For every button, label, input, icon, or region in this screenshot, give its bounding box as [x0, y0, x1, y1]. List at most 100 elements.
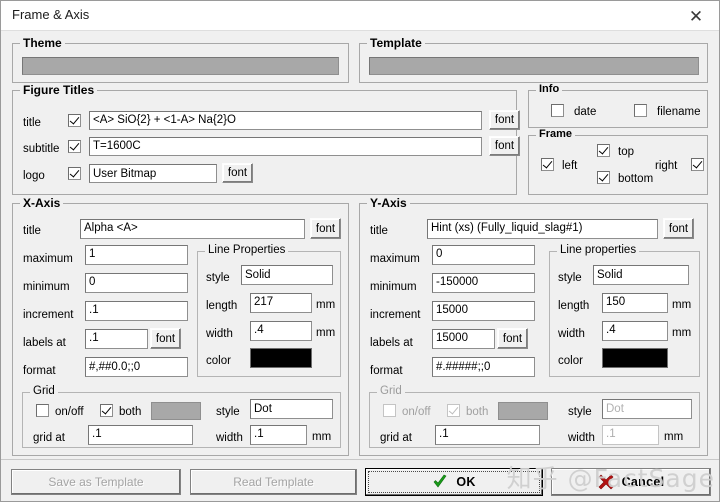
frame-bottom-label: bottom	[618, 173, 654, 185]
y-minimum-input[interactable]: -150000	[432, 273, 535, 293]
x-increment-label: increment	[23, 309, 74, 321]
x-grid-both-label: both	[119, 406, 142, 418]
theme-combo[interactable]	[22, 57, 339, 75]
frame-left-label: left	[562, 160, 578, 172]
frame-top-checkbox[interactable]	[597, 144, 610, 157]
template-group: Template	[359, 36, 708, 83]
cancel-x-icon	[598, 474, 614, 490]
y-maximum-input[interactable]: 0	[432, 245, 535, 265]
y-line-color-label: color	[558, 355, 583, 367]
x-title-input[interactable]: Alpha <A>	[80, 219, 305, 239]
x-labels-font-button[interactable]: font	[150, 328, 181, 349]
frame-right-checkbox[interactable]	[691, 158, 704, 171]
y-line-length-unit: mm	[672, 299, 692, 311]
check-icon	[432, 474, 448, 490]
y-grid-style-combo[interactable]: Dot	[602, 399, 692, 419]
x-grid-width-input[interactable]: .1	[250, 425, 307, 445]
y-line-width-input[interactable]: .4	[602, 321, 668, 341]
x-line-width-unit: mm	[316, 327, 336, 339]
logo-combo[interactable]: User Bitmap	[89, 164, 217, 183]
figure-subtitle-font-button[interactable]: font	[489, 136, 520, 156]
x-axis-legend: X-Axis	[20, 196, 64, 210]
frame-bottom-checkbox[interactable]	[597, 171, 610, 184]
frame-top-label: top	[618, 146, 634, 158]
y-labels-at-label: labels at	[370, 337, 413, 349]
y-line-color-swatch[interactable]	[602, 348, 668, 368]
x-axis-group: X-Axis title Alpha <A> font maximum 1 mi…	[12, 196, 349, 456]
x-line-style-combo[interactable]: Solid	[241, 265, 333, 285]
x-grid-color-swatch[interactable]	[151, 402, 201, 420]
info-legend: Info	[536, 83, 563, 95]
x-minimum-input[interactable]: 0	[85, 273, 188, 293]
y-format-label: format	[370, 365, 403, 377]
read-template-button[interactable]: Read Template	[190, 469, 357, 495]
x-format-combo[interactable]: #,##0.0;;0	[85, 357, 188, 377]
x-line-properties-legend: Line Properties	[205, 244, 289, 256]
y-title-input[interactable]: Hint (xs) (Fully_liquid_slag#1)	[427, 219, 658, 239]
y-labels-font-button[interactable]: font	[497, 328, 528, 349]
x-maximum-input[interactable]: 1	[85, 245, 188, 265]
logo-row-label: logo	[23, 170, 45, 182]
frame-left-checkbox[interactable]	[541, 158, 554, 171]
x-line-length-input[interactable]: 217	[250, 293, 312, 313]
y-line-width-label: width	[558, 328, 585, 340]
ok-button[interactable]: OK	[365, 468, 543, 496]
logo-enabled-checkbox[interactable]	[68, 167, 81, 180]
y-grid-both-label: both	[466, 406, 489, 418]
x-grid-at-input[interactable]: .1	[88, 425, 193, 445]
x-labels-at-input[interactable]: .1	[85, 329, 148, 349]
dialog-footer: Save as Template Read Template OK Cancel	[1, 459, 719, 501]
frame-group: Frame left top right bottom	[528, 128, 708, 195]
x-format-label: format	[23, 365, 56, 377]
y-maximum-label: maximum	[370, 253, 420, 265]
y-line-style-combo[interactable]: Solid	[593, 265, 689, 285]
y-grid-color-swatch[interactable]	[498, 402, 548, 420]
x-line-width-input[interactable]: .4	[250, 321, 312, 341]
save-as-template-button[interactable]: Save as Template	[11, 469, 181, 495]
subtitle-enabled-checkbox[interactable]	[68, 140, 81, 153]
x-line-color-swatch[interactable]	[250, 348, 312, 368]
x-grid-style-combo[interactable]: Dot	[250, 399, 333, 419]
y-line-length-input[interactable]: 150	[602, 293, 668, 313]
y-grid-both-checkbox[interactable]	[447, 404, 460, 417]
y-line-style-label: style	[558, 272, 582, 284]
close-icon[interactable]: ✕	[679, 5, 713, 27]
y-minimum-label: minimum	[370, 281, 417, 293]
info-group: Info date filename	[528, 83, 708, 128]
x-line-properties-group: Line Properties style Solid length 217 m…	[197, 244, 341, 377]
y-increment-input[interactable]: 15000	[432, 301, 535, 321]
subtitle-row-label: subtitle	[23, 143, 60, 155]
template-combo[interactable]	[369, 57, 699, 75]
info-filename-checkbox[interactable]	[634, 104, 647, 117]
window-title: Frame & Axis	[12, 7, 90, 22]
frame-right-label: right	[655, 160, 678, 172]
y-grid-style-label: style	[568, 406, 592, 418]
x-line-length-unit: mm	[316, 299, 336, 311]
figure-title-input[interactable]: <A> SiO{2} + <1-A> Na{2}O	[89, 111, 482, 130]
y-title-label: title	[370, 225, 388, 237]
x-grid-onoff-checkbox[interactable]	[36, 404, 49, 417]
x-grid-width-label: width	[216, 432, 243, 444]
y-grid-width-input[interactable]: .1	[602, 425, 659, 445]
x-grid-group: Grid on/off both style Dot grid at .1 wi…	[22, 385, 341, 448]
logo-font-button[interactable]: font	[222, 163, 253, 183]
x-increment-input[interactable]: .1	[85, 301, 188, 321]
figure-title-font-button[interactable]: font	[489, 110, 520, 130]
title-bar: Frame & Axis ✕	[1, 1, 719, 31]
x-title-font-button[interactable]: font	[310, 218, 341, 239]
figure-subtitle-input[interactable]: T=1600C	[89, 137, 482, 156]
title-row-label: title	[23, 117, 41, 129]
x-grid-both-checkbox[interactable]	[100, 404, 113, 417]
info-date-checkbox[interactable]	[551, 104, 564, 117]
y-grid-at-input[interactable]: .1	[435, 425, 540, 445]
y-format-combo[interactable]: #.#####;;0	[432, 357, 535, 377]
y-labels-at-input[interactable]: 15000	[432, 329, 495, 349]
info-filename-label: filename	[657, 106, 701, 118]
y-title-font-button[interactable]: font	[663, 218, 694, 239]
x-line-color-label: color	[206, 355, 231, 367]
y-grid-onoff-checkbox[interactable]	[383, 404, 396, 417]
title-enabled-checkbox[interactable]	[68, 114, 81, 127]
cancel-button-label: Cancel	[621, 475, 665, 489]
cancel-button[interactable]: Cancel	[551, 468, 711, 496]
x-minimum-label: minimum	[23, 281, 70, 293]
